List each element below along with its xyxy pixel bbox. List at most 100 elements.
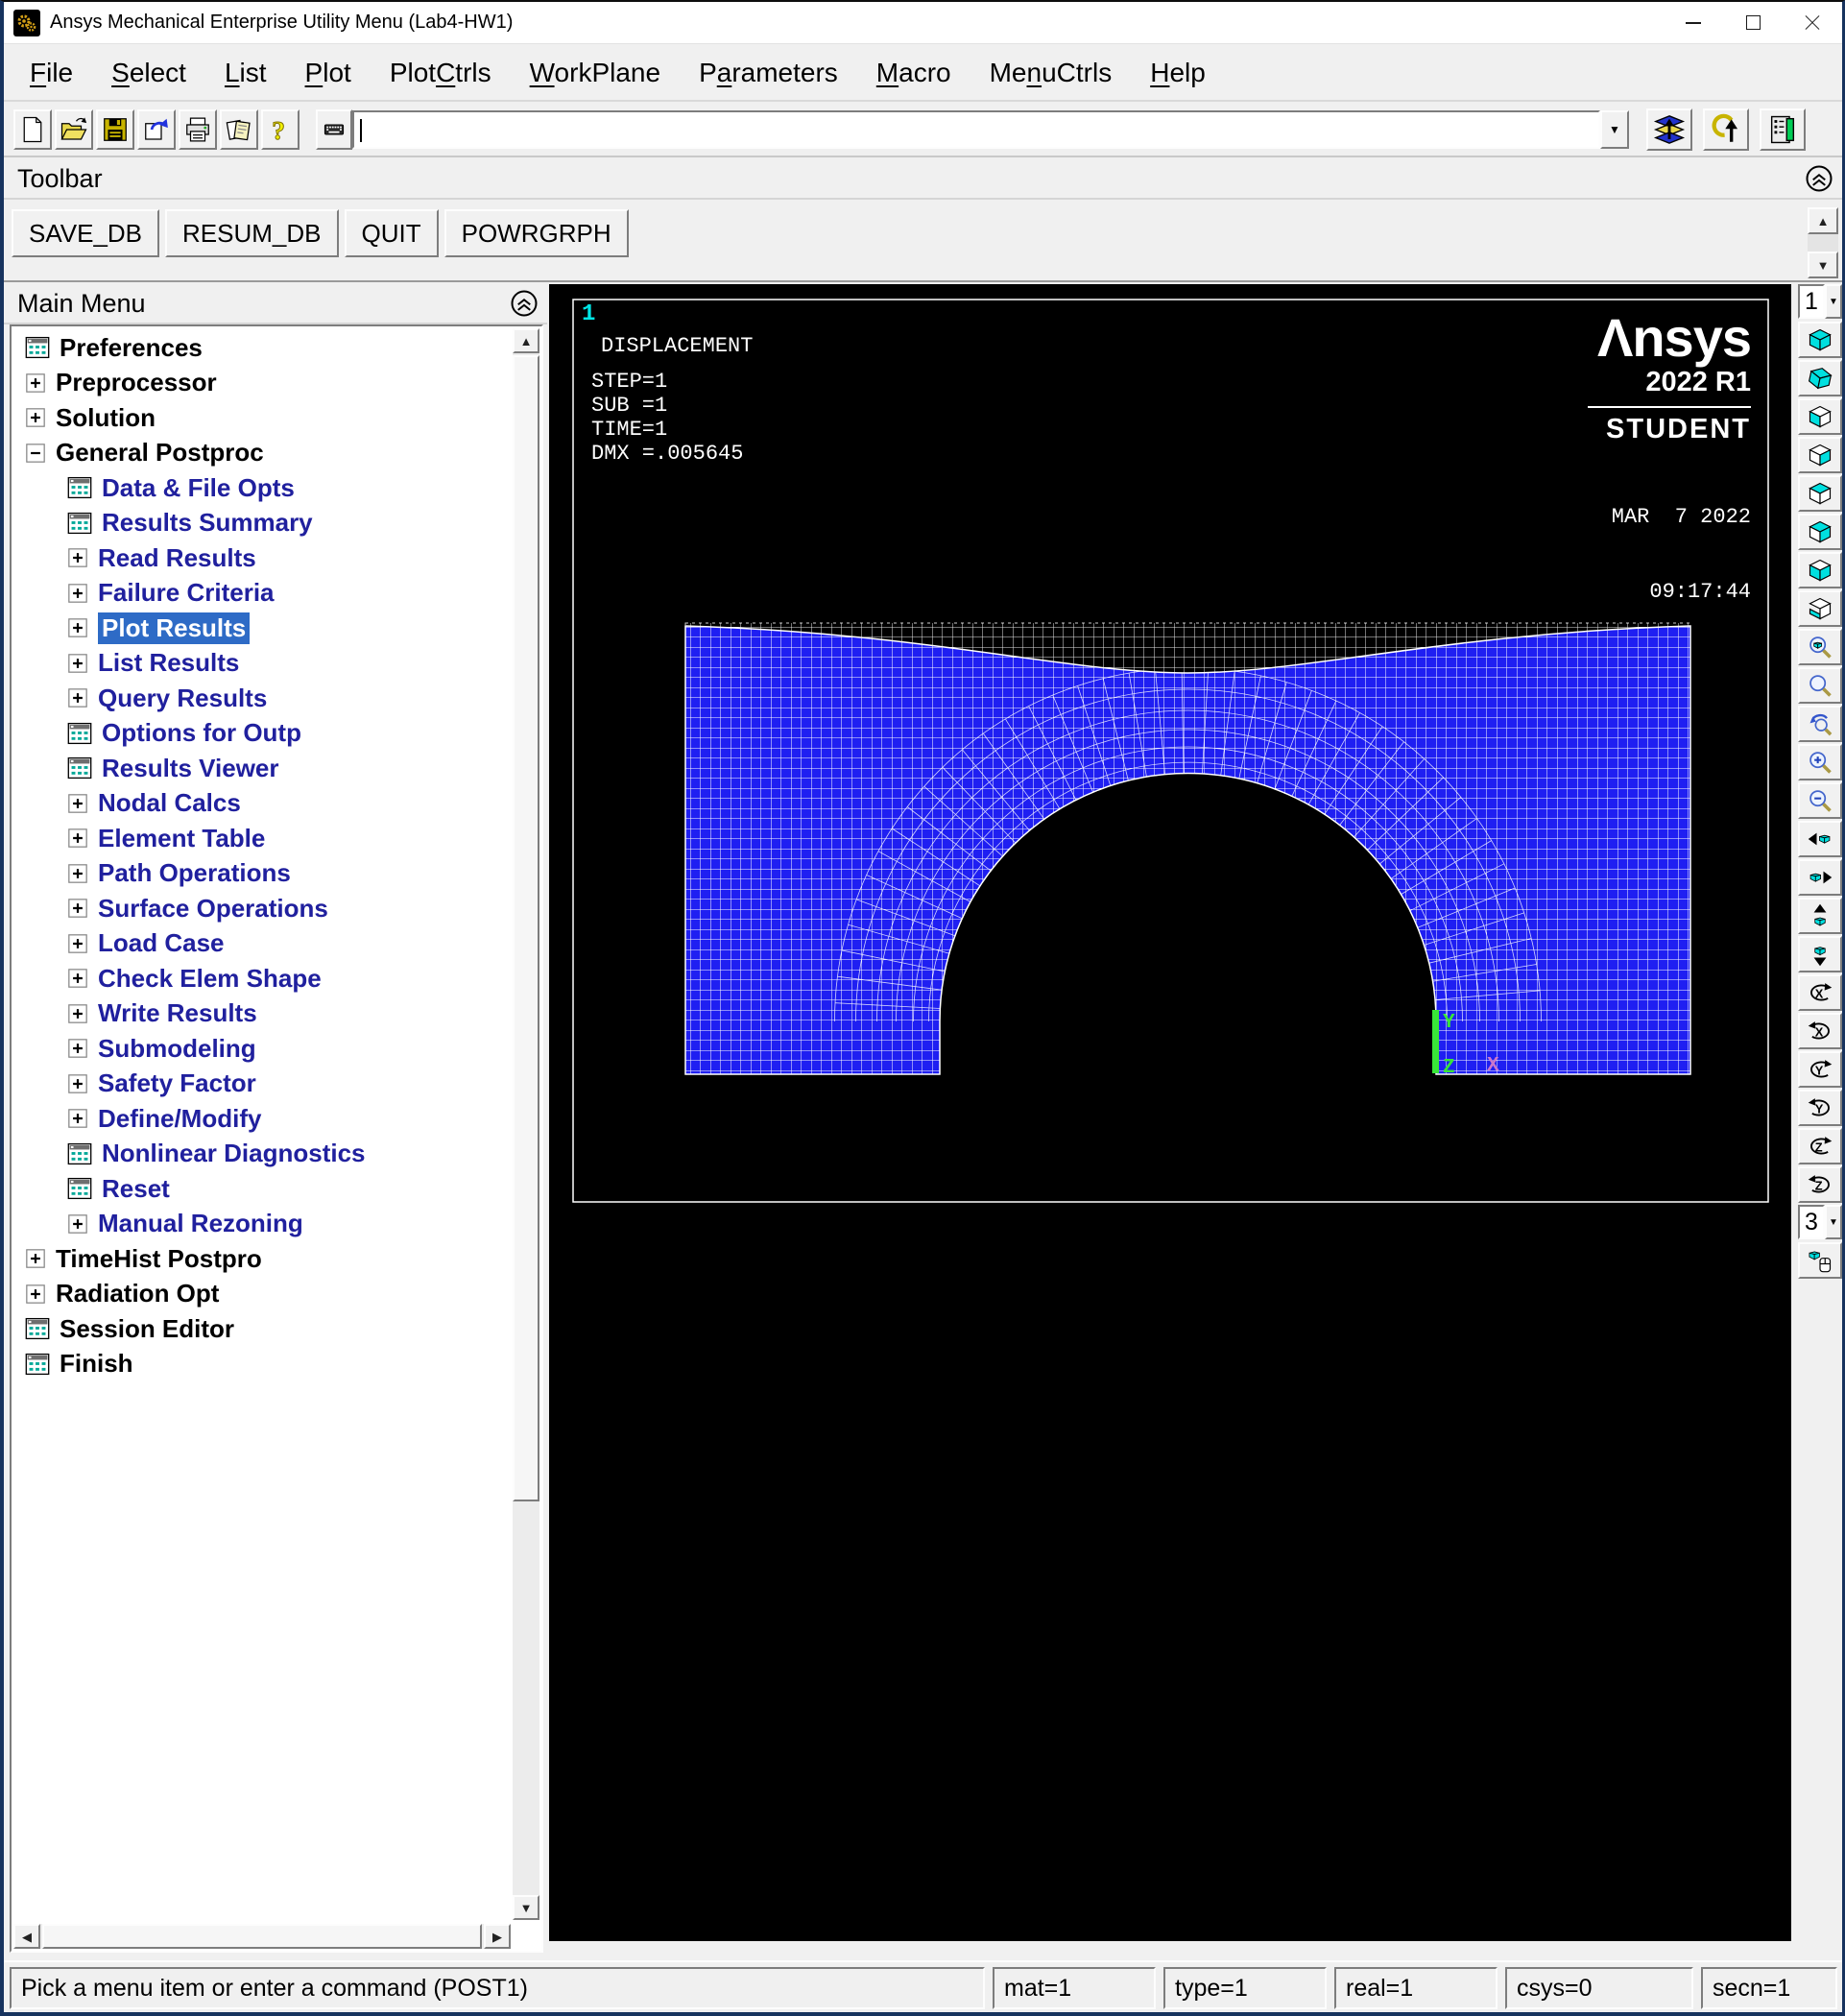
tree-scroll-left-button[interactable]: ◀ — [13, 1924, 40, 1949]
zoom-model-button[interactable] — [1798, 629, 1842, 665]
tree-item-preferences[interactable]: Preferences — [13, 330, 509, 366]
expand-plus-icon[interactable] — [67, 1073, 88, 1094]
tree-item-radiation-opt[interactable]: Radiation Opt — [13, 1277, 509, 1312]
tree-item-nonlinear-diagnostics[interactable]: Nonlinear Diagnostics — [13, 1137, 509, 1172]
tree-item-results-summary[interactable]: Results Summary — [13, 506, 509, 541]
view-right-button[interactable] — [1798, 437, 1842, 473]
tree-item-manual-rezoning[interactable]: Manual Rezoning — [13, 1207, 509, 1242]
view-iso-button[interactable] — [1798, 322, 1842, 358]
command-input[interactable] — [352, 110, 1600, 149]
menu-list[interactable]: List — [210, 52, 281, 94]
expand-plus-icon[interactable] — [67, 653, 88, 674]
plot-window-select-dropdown[interactable]: ▼ — [1825, 284, 1842, 319]
help-button[interactable]: ? — [261, 109, 300, 150]
tree-scroll-right-button[interactable]: ▶ — [484, 1924, 511, 1949]
expand-plus-icon[interactable] — [67, 793, 88, 814]
tree-item-surface-operations[interactable]: Surface Operations — [13, 891, 509, 926]
rotate-x-plus-button[interactable]: X — [1798, 974, 1842, 1011]
tree-item-element-table[interactable]: Element Table — [13, 821, 509, 856]
expand-plus-icon[interactable] — [25, 372, 46, 394]
view-front-button[interactable] — [1798, 398, 1842, 435]
menu-parameters[interactable]: Parameters — [684, 52, 852, 94]
report-generator-button[interactable] — [220, 109, 258, 150]
menu-workplane[interactable]: WorkPlane — [515, 52, 675, 94]
raise-hidden-button[interactable] — [1703, 108, 1749, 151]
tree-item-general-postproc[interactable]: General Postproc — [13, 436, 509, 471]
tree-item-session-editor[interactable]: Session Editor — [13, 1311, 509, 1347]
expand-plus-icon[interactable] — [25, 1248, 46, 1269]
tree-scroll-down-button[interactable]: ▼ — [513, 1895, 539, 1920]
zoom-window-button[interactable] — [1798, 667, 1842, 704]
expand-plus-icon[interactable] — [67, 968, 88, 989]
expand-plus-icon[interactable] — [67, 1038, 88, 1059]
dynamic-model-mode-button[interactable] — [1798, 1242, 1842, 1279]
tree-item-load-case[interactable]: Load Case — [13, 926, 509, 962]
expand-plus-icon[interactable] — [67, 687, 88, 708]
expand-plus-icon[interactable] — [67, 617, 88, 638]
expand-plus-icon[interactable] — [67, 863, 88, 884]
new-file-button[interactable] — [13, 109, 52, 150]
tree-item-solution[interactable]: Solution — [13, 400, 509, 436]
zoom-out-button[interactable] — [1798, 782, 1842, 819]
tree-item-data-file-opts[interactable]: Data & File Opts — [13, 470, 509, 506]
open-file-button[interactable] — [55, 109, 93, 150]
expand-plus-icon[interactable] — [25, 1284, 46, 1305]
rotate-z-plus-button[interactable]: Z — [1798, 1128, 1842, 1164]
save-db-button[interactable] — [96, 109, 134, 150]
expand-plus-icon[interactable] — [67, 547, 88, 568]
close-button[interactable] — [1783, 2, 1842, 43]
view-top-button[interactable] — [1798, 475, 1842, 512]
expand-plus-icon[interactable] — [67, 1108, 88, 1129]
menu-file[interactable]: File — [15, 52, 87, 94]
tree-item-safety-factor[interactable]: Safety Factor — [13, 1067, 509, 1102]
zoom-back-button[interactable] — [1798, 706, 1842, 742]
maximize-button[interactable] — [1723, 2, 1783, 43]
tree-item-write-results[interactable]: Write Results — [13, 996, 509, 1032]
tree-item-list-results[interactable]: List Results — [13, 646, 509, 682]
menu-select[interactable]: Select — [97, 52, 201, 94]
graphics-window[interactable]: Y Z X 1 DISPLACEMENTSTEP=1SUB =1TIME=1DM… — [549, 284, 1791, 1941]
expand-plus-icon[interactable] — [25, 407, 46, 428]
menu-plot[interactable]: Plot — [291, 52, 366, 94]
tree-item-query-results[interactable]: Query Results — [13, 681, 509, 716]
expand-plus-icon[interactable] — [67, 828, 88, 849]
resume-db-button[interactable] — [137, 109, 176, 150]
pan-down-button[interactable] — [1798, 936, 1842, 972]
menu-macro[interactable]: Macro — [862, 52, 966, 94]
toolbar-button-resum-db[interactable]: RESUM_DB — [165, 209, 338, 257]
dialog-picker-button[interactable] — [1760, 108, 1806, 151]
toolbar-button-quit[interactable]: QUIT — [345, 209, 439, 257]
tree-scroll-up-button[interactable]: ▲ — [513, 328, 539, 353]
toolbar-scroll-down-button[interactable]: ▼ — [1808, 252, 1838, 278]
tree-item-nodal-calcs[interactable]: Nodal Calcs — [13, 786, 509, 822]
menu-help[interactable]: Help — [1136, 52, 1220, 94]
tree-item-path-operations[interactable]: Path Operations — [13, 856, 509, 892]
tree-vertical-scrollbar[interactable]: ▲ ▼ — [513, 328, 539, 1920]
main-menu-collapse-button[interactable] — [509, 289, 539, 320]
rotate-x-minus-button[interactable]: X — [1798, 1013, 1842, 1049]
tree-item-finish[interactable]: Finish — [13, 1347, 509, 1382]
print-button[interactable] — [179, 109, 217, 150]
minimize-button[interactable] — [1664, 2, 1723, 43]
contour-style-button[interactable] — [1646, 108, 1692, 151]
expand-plus-icon[interactable] — [67, 898, 88, 919]
toolbar-button-powrgrph[interactable]: POWRGRPH — [444, 209, 629, 257]
tree-hscroll-thumb[interactable] — [42, 1924, 482, 1949]
tree-item-results-viewer[interactable]: Results Viewer — [13, 751, 509, 786]
tree-item-timehist-postpro[interactable]: TimeHist Postpro — [13, 1241, 509, 1277]
rotate-y-minus-button[interactable]: Y — [1798, 1090, 1842, 1126]
toolbar-button-save-db[interactable]: SAVE_DB — [12, 209, 159, 257]
expand-plus-icon[interactable] — [67, 1003, 88, 1024]
rotate-z-minus-button[interactable]: Z — [1798, 1166, 1842, 1203]
toolbar-scroll-up-button[interactable]: ▲ — [1808, 207, 1838, 234]
view-left-button[interactable] — [1798, 552, 1842, 588]
collapse-minus-icon[interactable] — [25, 443, 46, 464]
rotate-y-plus-button[interactable]: Y — [1798, 1051, 1842, 1088]
toolbar-collapse-button[interactable] — [1804, 164, 1834, 195]
view-bottom-button[interactable] — [1798, 590, 1842, 627]
tree-item-failure-criteria[interactable]: Failure Criteria — [13, 576, 509, 612]
tree-item-plot-results[interactable]: Plot Results — [13, 611, 509, 646]
view-back-button[interactable] — [1798, 514, 1842, 550]
expand-plus-icon[interactable] — [67, 583, 88, 604]
pan-right-button[interactable] — [1798, 859, 1842, 896]
